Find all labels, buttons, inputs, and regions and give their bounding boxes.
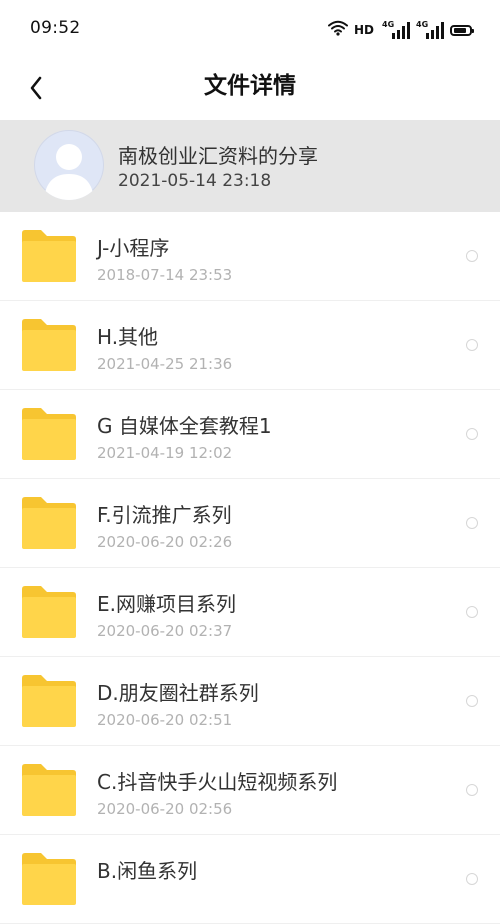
folder-icon <box>22 675 76 727</box>
file-name: E.网赚项目系列 <box>97 592 236 616</box>
file-name: C.抖音快手火山短视频系列 <box>97 770 338 794</box>
folder-icon <box>22 497 76 549</box>
file-list: J-小程序 2018-07-14 23:53 H.其他 2021-04-25 2… <box>0 212 500 924</box>
file-name: D.朋友圈社群系列 <box>97 681 259 705</box>
folder-icon <box>22 230 76 282</box>
select-radio[interactable] <box>466 873 478 885</box>
list-item[interactable]: H.其他 2021-04-25 21:36 <box>0 301 500 390</box>
nav-bar: 文件详情 <box>0 60 500 118</box>
signal-icon: 4G <box>416 21 444 39</box>
status-time: 09:52 <box>30 18 81 38</box>
list-item[interactable]: B.闲鱼系列 <box>0 835 500 924</box>
select-radio[interactable] <box>466 695 478 707</box>
status-bar: 09:52 HD 4G 4G <box>0 0 500 60</box>
signal-icon: 4G <box>382 21 410 39</box>
folder-icon <box>22 408 76 460</box>
file-time: 2021-04-19 12:02 <box>97 444 233 462</box>
list-item[interactable]: J-小程序 2018-07-14 23:53 <box>0 212 500 301</box>
page-title: 文件详情 <box>204 73 296 99</box>
file-name: J-小程序 <box>97 236 170 260</box>
file-time: 2020-06-20 02:26 <box>97 533 233 551</box>
folder-icon <box>22 764 76 816</box>
hd-label: HD <box>353 23 374 37</box>
share-header: 南极创业汇资料的分享 2021-05-14 23:18 <box>0 120 500 212</box>
select-radio[interactable] <box>466 517 478 529</box>
list-item[interactable]: D.朋友圈社群系列 2020-06-20 02:51 <box>0 657 500 746</box>
share-title: 南极创业汇资料的分享 <box>118 144 318 168</box>
default-avatar-icon <box>44 144 94 200</box>
folder-icon <box>22 319 76 371</box>
select-radio[interactable] <box>466 339 478 351</box>
list-item[interactable]: E.网赚项目系列 2020-06-20 02:37 <box>0 568 500 657</box>
select-radio[interactable] <box>466 606 478 618</box>
wifi-icon <box>327 20 348 40</box>
select-radio[interactable] <box>466 428 478 440</box>
avatar[interactable] <box>34 130 104 200</box>
select-radio[interactable] <box>466 784 478 796</box>
file-time: 2018-07-14 23:53 <box>97 266 233 284</box>
share-time: 2021-05-14 23:18 <box>118 171 272 191</box>
file-name: H.其他 <box>97 325 159 349</box>
folder-icon <box>22 586 76 638</box>
file-time: 2020-06-20 02:51 <box>97 711 233 729</box>
file-name: F.引流推广系列 <box>97 503 232 527</box>
file-name: G 自媒体全套教程1 <box>97 414 272 438</box>
file-time: 2020-06-20 02:56 <box>97 800 233 818</box>
file-time: 2020-06-20 02:37 <box>97 622 233 640</box>
battery-icon <box>450 24 474 36</box>
list-item[interactable]: G 自媒体全套教程1 2021-04-19 12:02 <box>0 390 500 479</box>
select-radio[interactable] <box>466 250 478 262</box>
file-time: 2021-04-25 21:36 <box>97 355 233 373</box>
status-icons: HD 4G 4G <box>327 20 474 40</box>
folder-icon <box>22 853 76 905</box>
list-item[interactable]: C.抖音快手火山短视频系列 2020-06-20 02:56 <box>0 746 500 835</box>
list-item[interactable]: F.引流推广系列 2020-06-20 02:26 <box>0 479 500 568</box>
file-name: B.闲鱼系列 <box>97 859 198 883</box>
